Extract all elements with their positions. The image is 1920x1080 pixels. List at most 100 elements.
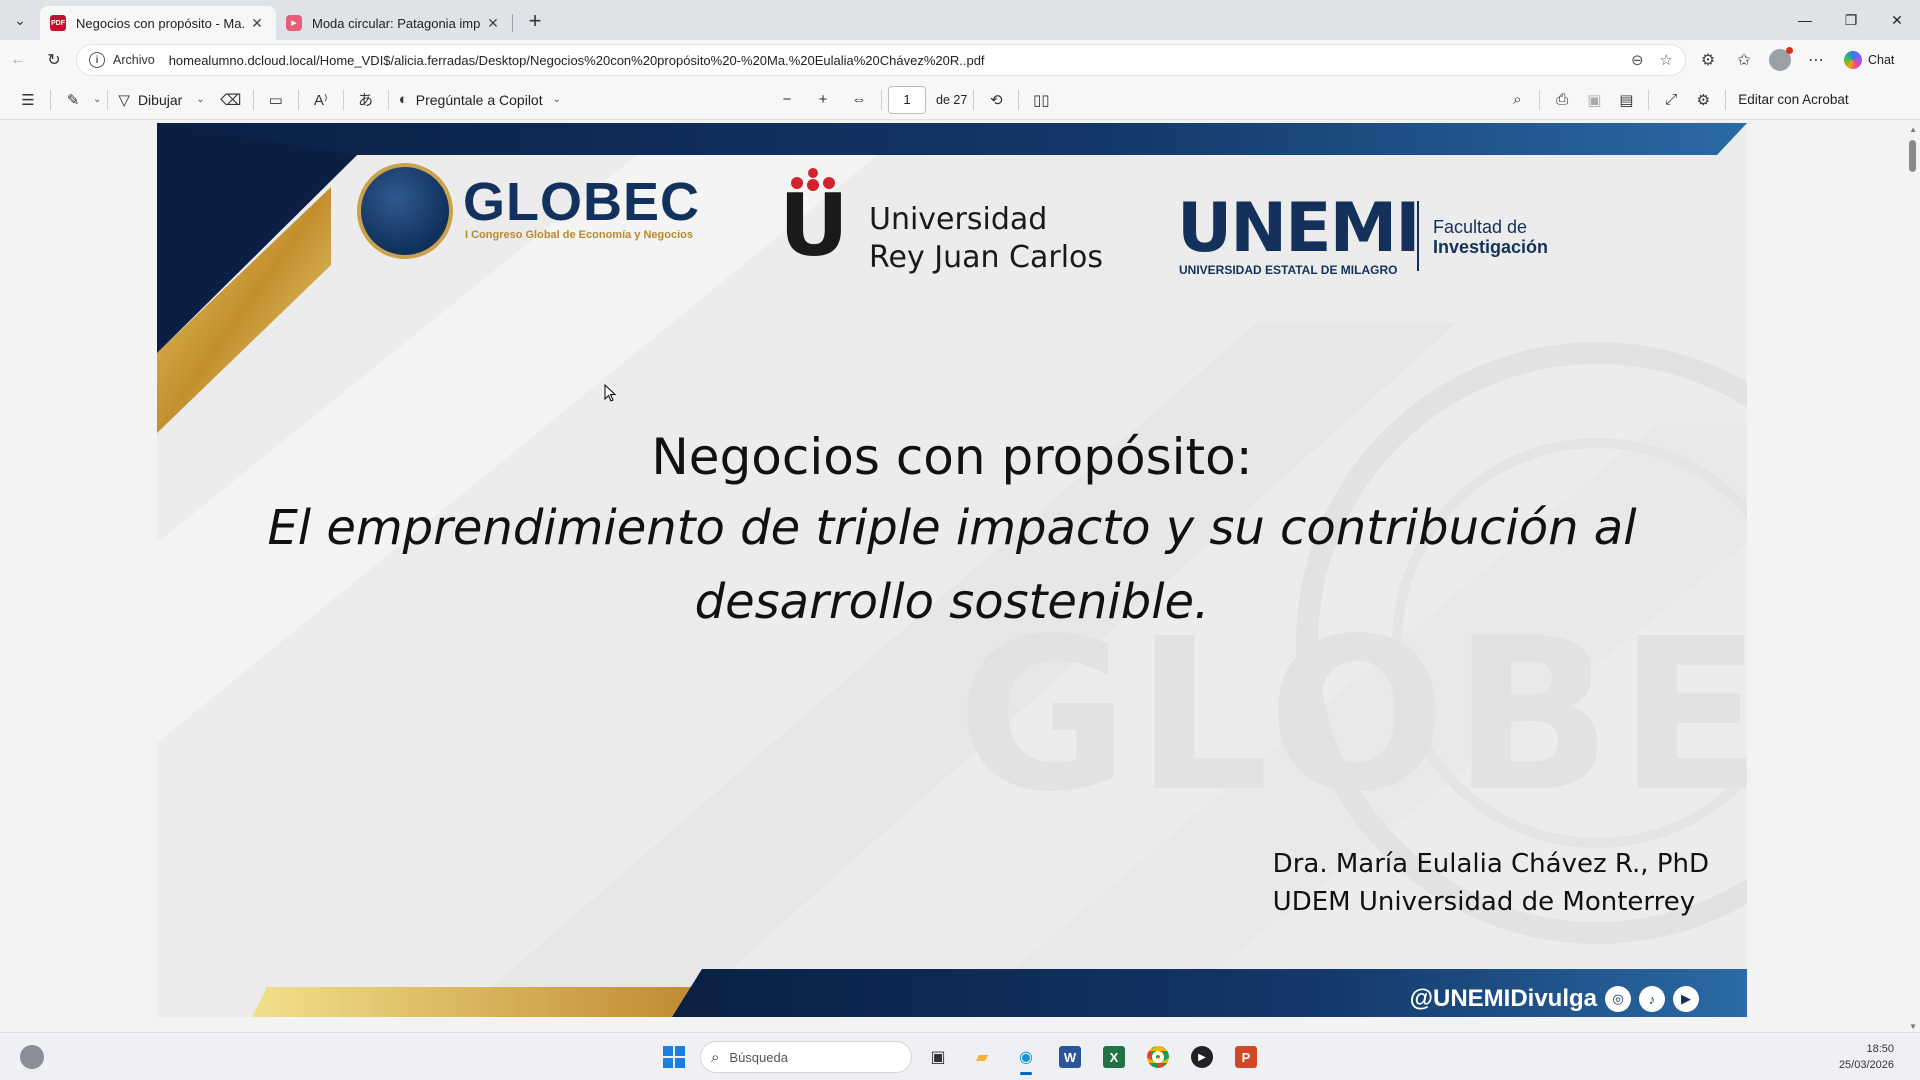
system-clock[interactable]: 18:50 25/03/2026 xyxy=(1839,1041,1894,1073)
urjc-u-logo: U xyxy=(779,176,849,276)
taskbar-search[interactable]: ⌕ Búsqueda xyxy=(700,1041,912,1073)
unemi-faculty: Facultad de Investigación xyxy=(1433,217,1548,257)
edge-browser-icon[interactable]: ◉ xyxy=(1008,1039,1044,1075)
toolbar-divider xyxy=(342,89,344,110)
vertical-scrollbar[interactable]: ▲ ▼ xyxy=(1906,121,1920,1031)
restore-icon[interactable]: ❐ xyxy=(1828,0,1874,40)
globec-logo-text: GLOBEC xyxy=(463,172,701,232)
favorite-star-icon[interactable]: ☆ xyxy=(1660,51,1673,69)
toolbar-divider xyxy=(50,89,51,110)
tab-divider xyxy=(512,14,513,32)
draw-label: Dibujar xyxy=(137,91,183,108)
toolbar-divider xyxy=(973,89,975,110)
search-icon[interactable]: ⌕ xyxy=(1501,84,1533,116)
favorites-icon[interactable]: ✩ xyxy=(1728,44,1760,76)
highlight-icon[interactable]: ✎ xyxy=(57,84,89,116)
save-icon[interactable]: ▣ xyxy=(1578,84,1610,116)
mouse-cursor-icon xyxy=(604,384,616,402)
minimize-icon[interactable]: — xyxy=(1782,0,1828,40)
tab-label: Negocios con propósito - Ma. Eulalia xyxy=(76,15,244,31)
word-icon[interactable]: W xyxy=(1052,1039,1088,1075)
fit-page-icon[interactable]: ⇔ xyxy=(843,84,875,116)
settings-gear-icon[interactable]: ⚙ xyxy=(1687,84,1719,116)
clock-date: 25/03/2026 xyxy=(1838,1059,1894,1071)
globec-subtitle: I Congreso Global de Economía y Negocios xyxy=(465,229,693,241)
tab-pdf-document[interactable]: PDF Negocios con propósito - Ma. Eulalia… xyxy=(40,6,276,40)
chrome-icon[interactable] xyxy=(1140,1039,1176,1075)
toolbar-divider xyxy=(1539,89,1541,110)
task-view-icon[interactable]: ▣ xyxy=(920,1039,956,1075)
close-tab-icon[interactable]: ✕ xyxy=(248,15,266,32)
slide-title: Negocios con propósito: El emprendimient… xyxy=(157,423,1747,639)
read-aloud-icon[interactable]: A⁾ xyxy=(305,84,337,116)
more-options-icon[interactable]: ⋯ xyxy=(1800,44,1832,76)
scroll-down-icon[interactable]: ▼ xyxy=(1909,1022,1917,1031)
search-icon: ⌕ xyxy=(711,1048,720,1066)
draw-dropdown-icon[interactable]: ⌄ xyxy=(196,94,204,105)
add-text-icon[interactable]: ▭ xyxy=(260,84,292,116)
tab-label: Moda circular: Patagonia implementa xyxy=(312,15,480,31)
media-player-icon[interactable]: ▶ xyxy=(1184,1039,1220,1075)
edit-with-acrobat-button[interactable]: Editar con Acrobat xyxy=(1738,92,1848,107)
copilot-icon xyxy=(1844,51,1862,69)
save-as-icon[interactable]: ▤ xyxy=(1610,84,1642,116)
contents-list-icon[interactable]: ☰ xyxy=(12,84,44,116)
draw-button[interactable]: ▽ Dibujar xyxy=(114,84,186,116)
avatar xyxy=(1769,47,1793,71)
fullscreen-icon[interactable]: ⤢ xyxy=(1655,84,1687,116)
unemi-faculty-line1: Facultad de xyxy=(1433,217,1528,237)
unemi-logo-text: UNEMI xyxy=(1177,189,1421,268)
address-bar-row: ← ↻ i Archivo homealumno.dcloud.local/Ho… xyxy=(0,40,1920,80)
print-icon[interactable]: ⎙ xyxy=(1546,84,1578,116)
tab-youtube-video[interactable]: ▶ Moda circular: Patagonia implementa ✕ xyxy=(276,6,512,40)
zoom-out-button[interactable]: − xyxy=(771,84,803,116)
slide-author: Dra. María Eulalia Chávez R., PhD UDEM U… xyxy=(1273,845,1709,921)
pen-icon: ▽ xyxy=(118,91,130,109)
tab-strip: ⌄ PDF Negocios con propósito - Ma. Eulal… xyxy=(0,0,1920,40)
extensions-icon[interactable]: ⚙ xyxy=(1692,44,1724,76)
translate-icon[interactable]: あ xyxy=(350,84,382,116)
toolbar-divider xyxy=(107,89,109,110)
profile-avatar[interactable] xyxy=(1764,44,1796,76)
tiktok-icon: ♪ xyxy=(1639,986,1665,1012)
page-view-icon[interactable]: ▯▯ xyxy=(1025,84,1057,116)
url-box[interactable]: i Archivo homealumno.dcloud.local/Home_V… xyxy=(76,44,1686,76)
file-explorer-icon[interactable]: ▰ xyxy=(964,1039,1000,1075)
rotate-icon[interactable]: ⟲ xyxy=(980,84,1012,116)
toolbar-divider xyxy=(1018,89,1020,110)
widgets-icon[interactable] xyxy=(20,1045,44,1069)
pdf-toolbar: ☰ ✎ ⌄ ▽ Dibujar ⌄ ⌫ ▭ A⁾ あ ◐ Pregúntale … xyxy=(0,80,1920,120)
highlight-dropdown-icon[interactable]: ⌄ xyxy=(93,94,101,105)
url-text[interactable]: homealumno.dcloud.local/Home_VDI$/alicia… xyxy=(169,53,1631,68)
globec-globe-logo xyxy=(357,163,453,259)
pdf-viewer[interactable]: GLOBE GLOBEC I Congreso Global de Econom… xyxy=(0,121,1920,1031)
page-number-input[interactable]: 1 xyxy=(888,85,927,114)
close-window-icon[interactable]: ✕ xyxy=(1874,0,1920,40)
toolbar-divider xyxy=(252,89,254,110)
youtube-icon: ▶ xyxy=(286,15,302,31)
start-button[interactable] xyxy=(656,1039,692,1075)
refresh-icon[interactable]: ↻ xyxy=(36,44,72,76)
info-icon[interactable]: i xyxy=(89,52,105,68)
slide-title-line1: Negocios con propósito: xyxy=(651,428,1253,486)
powerpoint-icon[interactable]: P xyxy=(1228,1039,1264,1075)
slide-title-line2: El emprendimiento de triple impacto y su… xyxy=(267,500,1637,556)
unemi-divider xyxy=(1417,201,1419,271)
back-arrow-icon[interactable]: ← xyxy=(0,44,36,76)
toolbar-divider xyxy=(881,89,883,110)
new-tab-icon[interactable]: + xyxy=(519,5,551,37)
slide-title-line3: desarrollo sostenible. xyxy=(694,574,1210,630)
zoom-in-button[interactable]: + xyxy=(807,84,839,116)
close-tab-icon[interactable]: ✕ xyxy=(484,15,502,32)
ask-copilot-button[interactable]: ◐ Pregúntale a Copilot ⌄ xyxy=(395,84,565,116)
scroll-up-icon[interactable]: ▲ xyxy=(1909,125,1917,134)
excel-icon[interactable]: X xyxy=(1096,1039,1132,1075)
urjc-line1: Universidad xyxy=(869,202,1048,237)
instagram-icon: ◎ xyxy=(1605,986,1631,1012)
tab-actions-menu-icon[interactable]: ⌄ xyxy=(4,4,36,36)
copilot-chat-button[interactable]: Chat xyxy=(1836,46,1902,74)
windows-logo-icon xyxy=(663,1046,685,1068)
zoom-out-icon[interactable]: ⊖ xyxy=(1631,51,1644,69)
scrollbar-thumb[interactable] xyxy=(1909,140,1916,172)
eraser-icon[interactable]: ⌫ xyxy=(215,84,247,116)
